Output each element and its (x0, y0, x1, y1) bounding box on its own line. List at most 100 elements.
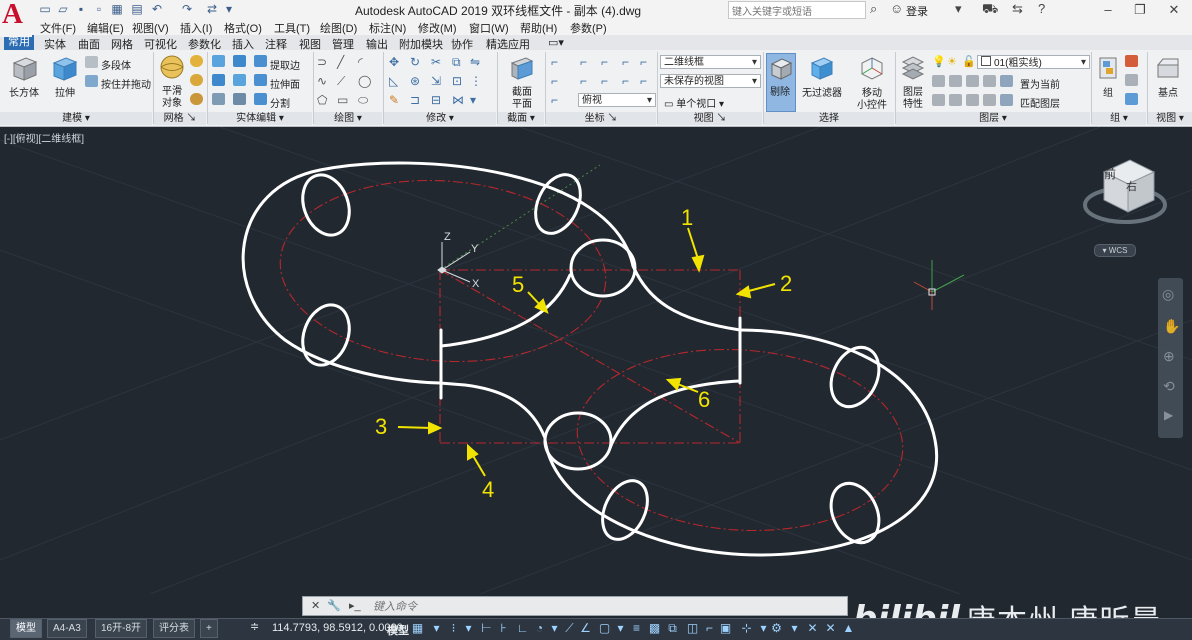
align-icon[interactable]: ⊟ (431, 93, 441, 107)
open-file-icon[interactable]: ▱ (56, 2, 70, 16)
snap-mode-icon[interactable]: ⁝ (447, 621, 460, 635)
grid-display-icon[interactable]: ▦ (411, 621, 424, 635)
match-layer-icon[interactable] (1000, 94, 1013, 106)
mesh-crease-icon[interactable] (190, 93, 203, 105)
viewcube[interactable] (1083, 159, 1167, 224)
close-icon[interactable]: ✕ (1158, 0, 1190, 19)
panel-title-view[interactable]: 视图 ↘ (658, 112, 762, 125)
smooth-object-icon[interactable] (158, 54, 186, 80)
separate-button[interactable]: 分割 (270, 95, 290, 110)
autocad-logo-icon[interactable]: A (0, 0, 32, 37)
layer-dropdown[interactable]: 01(粗实线) (977, 55, 1090, 70)
extrude-icon[interactable] (49, 54, 79, 82)
erase-icon[interactable]: ✎ (389, 93, 399, 107)
ucs-icon[interactable]: ⌐ (551, 55, 558, 69)
object-snap-tracking-icon[interactable]: ∠ (579, 621, 592, 635)
thicken-icon[interactable] (233, 93, 246, 105)
mesh-refine-icon[interactable] (190, 74, 203, 86)
layer-freeze2-icon[interactable] (966, 75, 979, 87)
menu-insert[interactable]: 插入(I) (180, 20, 212, 36)
wcs-menu-button[interactable]: ▾ WCS (1094, 244, 1136, 257)
layer-isolate-icon[interactable] (949, 75, 962, 87)
polysolid-icon[interactable] (85, 56, 98, 68)
panel-title-solid-editing[interactable]: 实体编辑 ▾ (208, 112, 312, 125)
slice-icon[interactable] (233, 74, 246, 86)
menu-edit[interactable]: 编辑(E) (87, 20, 124, 36)
no-filter-button[interactable]: 无过滤器 (798, 84, 846, 99)
layout-tab-score-sheet[interactable]: 评分表 (153, 619, 195, 638)
layer-on-all-icon[interactable] (983, 94, 996, 106)
ucs-named-dropdown[interactable]: 俯视 (578, 93, 656, 108)
object-snap-dropdown-icon[interactable]: ▾ (614, 621, 627, 635)
set-current-icon[interactable] (1000, 75, 1013, 87)
annotation-visibility-icon[interactable]: ⚙ (770, 621, 783, 635)
scale-icon[interactable]: ⊡ (452, 74, 462, 88)
drawing-canvas[interactable]: Z Y X 1 2 3 4 5 6 (0, 127, 1192, 594)
fillet-icon[interactable]: ◺ (389, 74, 398, 88)
no-filter-icon[interactable] (808, 55, 836, 81)
login-link[interactable]: 登录 (906, 3, 928, 19)
minimize-icon[interactable]: – (1092, 0, 1124, 19)
presspull-button[interactable]: 按住并拖动 (101, 76, 151, 91)
viewcube-right-face[interactable]: 右 (1126, 178, 1137, 194)
section-plane-icon[interactable] (508, 55, 536, 81)
menu-window[interactable]: 窗口(W) (469, 20, 509, 36)
exchange-icon[interactable]: ⇆ (1012, 1, 1023, 17)
user-icon[interactable]: ☺ (890, 1, 903, 16)
interfere-icon[interactable] (212, 93, 225, 105)
layer-lock-icon[interactable]: 🔓 (962, 55, 976, 68)
ellipse-icon[interactable]: ⬭ (358, 93, 368, 108)
extract-edges-button[interactable]: 提取边 (270, 57, 300, 72)
layer-freeze-icon[interactable]: ☀ (947, 55, 957, 68)
annotation-scale-icon[interactable]: ▾ (788, 621, 801, 635)
command-close-icon[interactable]: ✕ (311, 599, 320, 612)
pan-icon[interactable]: ✋ (1163, 318, 1180, 335)
menu-draw[interactable]: 绘图(D) (320, 20, 357, 36)
orbit-icon[interactable]: ⟲ (1163, 378, 1175, 395)
visual-style-dropdown[interactable]: 二维线框 (660, 55, 761, 70)
layout-tab-model[interactable]: 模型 (10, 619, 42, 638)
print-icon[interactable]: ▤ (130, 2, 144, 16)
coordinate-readout[interactable]: 114.7793, 98.5912, 0.0000 (272, 622, 403, 634)
ucs-previous-icon[interactable]: ⌐ (551, 93, 558, 107)
group-select-icon[interactable] (1125, 93, 1138, 105)
stretch-icon[interactable]: ⇲ (431, 74, 441, 88)
dynamic-ucs-icon[interactable]: ⌐ (703, 621, 716, 635)
set-current-button[interactable]: 置为当前 (1020, 76, 1060, 91)
ucs-world-icon[interactable]: ⌐ (580, 55, 587, 69)
steering-wheel-icon[interactable]: ◎ (1162, 286, 1174, 303)
showmotion-icon[interactable]: ▶ (1164, 408, 1173, 422)
trim-icon[interactable]: ✂ (431, 55, 441, 69)
menu-parametric[interactable]: 参数(P) (570, 20, 607, 36)
selection-filter-icon[interactable]: ▣ (719, 621, 732, 635)
extrude-face-icon[interactable] (254, 74, 267, 86)
command-settings-icon[interactable]: 🔧 (327, 599, 341, 612)
transparency-icon[interactable]: ▩ (648, 621, 661, 635)
spline-icon[interactable]: ∿ (317, 74, 327, 88)
save-icon[interactable]: ▪ (74, 2, 88, 16)
group-edit-icon[interactable] (1125, 74, 1138, 86)
3d-osnap-icon[interactable]: ◫ (686, 621, 699, 635)
ucs-view-icon[interactable]: ⌐ (601, 74, 608, 88)
restore-icon[interactable]: ❐ (1124, 0, 1156, 19)
menu-tools[interactable]: 工具(T) (274, 20, 310, 36)
tab-home[interactable]: 常用 (4, 35, 34, 50)
ucs-face-icon[interactable]: ⌐ (551, 74, 558, 88)
panel-title-modify[interactable]: 修改 ▾ (384, 112, 496, 125)
layout-tab-a4-a3[interactable]: A4-A3 (47, 619, 87, 638)
save-as-icon[interactable]: ▫ (92, 2, 106, 16)
menu-dimension[interactable]: 标注(N) (369, 20, 406, 36)
extrude-button[interactable]: 拉伸 (50, 84, 80, 99)
panel-title-draw[interactable]: 绘图 ▾ (314, 112, 382, 125)
menu-file[interactable]: 文件(F) (40, 20, 76, 36)
login-dropdown-icon[interactable]: ▾ (955, 1, 962, 17)
infer-constraints-icon[interactable]: ⊢ (480, 621, 493, 635)
menu-format[interactable]: 格式(O) (224, 20, 262, 36)
extract-edges-icon[interactable] (254, 55, 267, 67)
mesh-sphere-icon[interactable] (190, 55, 203, 67)
polar-dropdown-icon[interactable]: ▾ (548, 621, 561, 635)
polysolid-button[interactable]: 多段体 (101, 57, 131, 72)
selection-cycling-icon[interactable]: ⧉ (666, 621, 679, 635)
viewport-controls-label[interactable]: [-][俯视][二维线框] (4, 130, 84, 145)
share-icon[interactable]: ⇄ (205, 2, 219, 16)
